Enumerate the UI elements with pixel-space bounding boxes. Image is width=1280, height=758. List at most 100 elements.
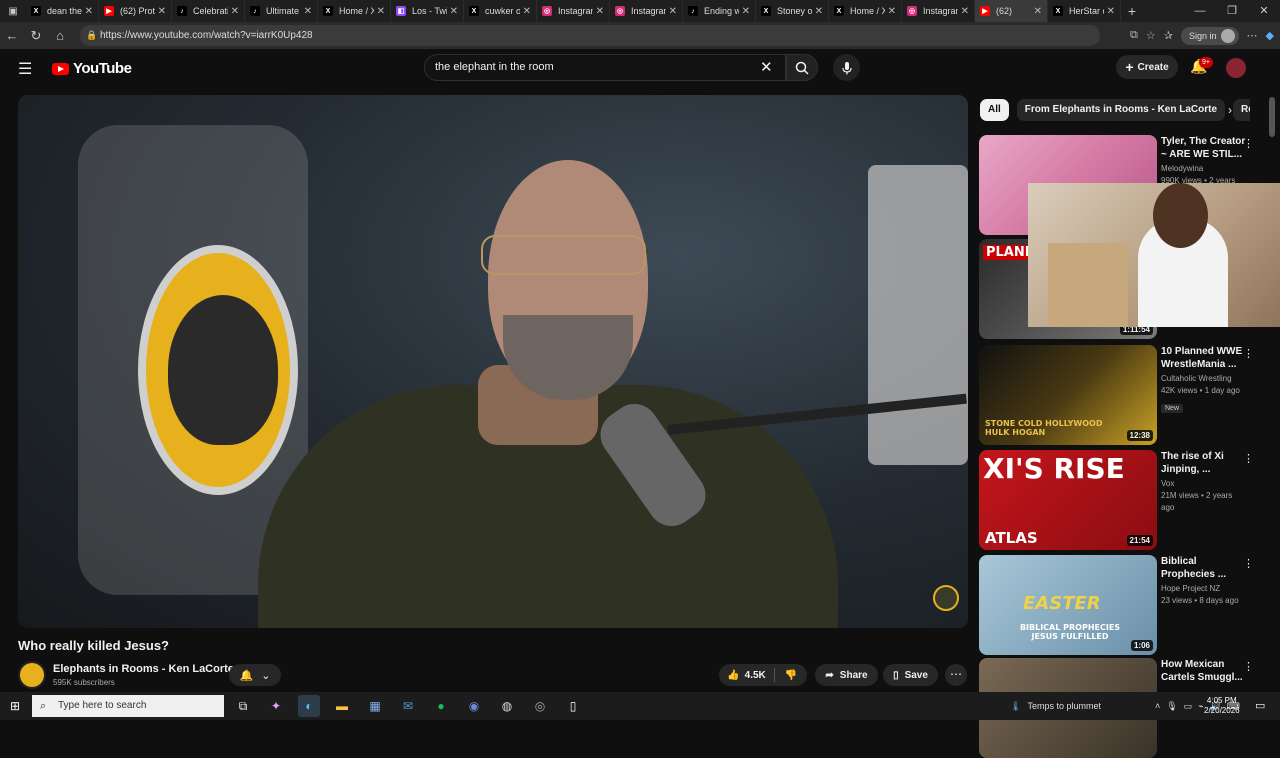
browser-tab[interactable]: ♪ Celebrati ✕	[172, 0, 245, 22]
reload-icon[interactable]: ↻	[24, 28, 48, 44]
weather-text[interactable]: Temps to plummet	[1027, 701, 1101, 711]
like-button[interactable]: 👍 4.5K	[719, 664, 774, 686]
browser-tab[interactable]: X Home / X ✕	[318, 0, 391, 22]
search-button[interactable]	[786, 54, 818, 81]
create-button[interactable]: + Create	[1116, 55, 1178, 79]
browser-tab[interactable]: Xcuwker o ✕	[464, 0, 537, 22]
search-input[interactable]: the elephant in the room	[424, 54, 786, 81]
more-icon[interactable]: ⋯	[1247, 29, 1258, 42]
close-window-icon[interactable]: ✕	[1248, 0, 1280, 22]
extensions-icon[interactable]: ⧉	[1130, 29, 1138, 42]
minimize-icon[interactable]: —	[1184, 0, 1216, 22]
channel-name[interactable]: Hope Project NZ	[1161, 583, 1246, 595]
close-tab-icon[interactable]: ✕	[815, 6, 823, 17]
channel-name[interactable]: Melodywina	[1161, 163, 1246, 175]
sign-in-button[interactable]: Sign in	[1181, 26, 1239, 45]
close-tab-icon[interactable]: ✕	[450, 6, 458, 17]
more-vert-icon[interactable]: ⋮	[1243, 137, 1254, 150]
windows-start-icon[interactable]: ⊞	[0, 699, 30, 713]
tray-chevron-icon[interactable]: ˄	[1155, 701, 1160, 711]
share-button[interactable]: ➦ Share	[815, 664, 878, 686]
video-title[interactable]: How Mexican Cartels Smuggl...	[1161, 658, 1246, 684]
microphone-tray-icon[interactable]: 🎙	[1166, 701, 1177, 712]
menu-icon[interactable]: ☰	[18, 59, 32, 79]
browser-tab[interactable]: ▶ (62) ✕	[975, 0, 1048, 22]
browser-tab[interactable]: ▶ (62) Prote✕	[99, 0, 172, 22]
chevron-right-icon[interactable]: ›	[1228, 103, 1232, 117]
notepad-icon[interactable]: ▯	[562, 695, 584, 717]
account-avatar[interactable]	[1226, 58, 1246, 78]
scrollbar-thumb[interactable]	[1269, 97, 1275, 137]
clear-search-icon[interactable]: ✕	[760, 58, 773, 76]
youtube-logo[interactable]: YouTube	[52, 60, 132, 77]
close-tab-icon[interactable]: ✕	[377, 6, 385, 17]
mail-icon[interactable]: ✉	[397, 695, 419, 717]
video-title[interactable]: Biblical Prophecies ...	[1161, 555, 1246, 581]
back-icon[interactable]: ←	[0, 28, 24, 43]
favorites-bar-icon[interactable]: ✰	[1164, 29, 1173, 42]
maximize-icon[interactable]: ❐	[1216, 0, 1248, 22]
video-thumbnail[interactable]: EASTER BIBLICAL PROPHECIES JESUS FULFILLE…	[979, 555, 1157, 655]
channel-name[interactable]: Vox	[1161, 478, 1246, 490]
browser-tab[interactable]: X Home / X ✕	[829, 0, 902, 22]
browser-tab[interactable]: ♪ Ultimate ✕	[245, 0, 318, 22]
video-player[interactable]	[18, 95, 968, 628]
home-icon[interactable]: ⌂	[48, 28, 72, 43]
browser-tab[interactable]: ◧ Los - Twi ✕	[391, 0, 464, 22]
tab-actions-icon[interactable]: ▣	[0, 0, 26, 22]
close-tab-icon[interactable]: ✕	[1034, 6, 1042, 17]
subscription-bell-button[interactable]: 🔔 ⌄	[229, 664, 281, 686]
favorite-icon[interactable]: ☆	[1146, 29, 1156, 42]
dislike-button[interactable]: 👎	[775, 664, 807, 686]
channel-name[interactable]: Cultaholic Wrestling	[1161, 373, 1246, 385]
close-tab-icon[interactable]: ✕	[523, 6, 531, 17]
video-thumbnail[interactable]: XI'S RISE ATLAS 21:54	[979, 450, 1157, 550]
video-title[interactable]: Tyler, The Creator ~ ARE WE STIL...	[1161, 135, 1246, 161]
spotify-icon[interactable]: ●	[430, 695, 452, 717]
channel-avatar[interactable]	[18, 661, 46, 689]
more-vert-icon[interactable]: ⋮	[1243, 347, 1254, 360]
close-tab-icon[interactable]: ✕	[1107, 6, 1115, 17]
video-title[interactable]: 10 Planned WWE WrestleMania ...	[1161, 345, 1246, 371]
browser-tab[interactable]: ◎ Instagram✕	[537, 0, 610, 22]
save-button[interactable]: ▯ Save	[883, 664, 938, 686]
channel-watermark-icon[interactable]	[933, 585, 959, 611]
store-icon[interactable]: ▦	[364, 695, 386, 717]
more-actions-button[interactable]: ⋯	[945, 664, 967, 686]
browser-tab[interactable]: X HerStar o✕	[1048, 0, 1121, 22]
close-tab-icon[interactable]: ✕	[742, 6, 750, 17]
taskbar-clock[interactable]: 4:05 PM 2/20/2026	[1204, 696, 1240, 716]
filter-chip[interactable]: From Elephants in Rooms - Ken LaCorte	[1016, 99, 1226, 121]
weather-icon[interactable]: 🌡	[1010, 701, 1021, 712]
filter-chip[interactable]: All	[980, 99, 1009, 121]
recommendation-item[interactable]: EASTER BIBLICAL PROPHECIES JESUS FULFILLE…	[979, 555, 1259, 655]
channel-name[interactable]: Elephants in Rooms - Ken LaCorte	[53, 663, 234, 675]
voice-search-button[interactable]	[833, 54, 860, 81]
close-tab-icon[interactable]: ✕	[669, 6, 677, 17]
task-view-icon[interactable]: ⧉	[232, 695, 254, 717]
taskbar-search-input[interactable]: ⌕ Type here to search	[32, 695, 224, 717]
filter-chip[interactable]: Re	[1233, 99, 1250, 121]
video-thumbnail[interactable]: STONE COLD HOLLYWOOD HULK HOGAN 12:38	[979, 345, 1157, 445]
new-tab-button[interactable]: +	[1121, 3, 1143, 19]
more-vert-icon[interactable]: ⋮	[1243, 557, 1254, 570]
close-tab-icon[interactable]: ✕	[304, 6, 312, 17]
notification-center-icon[interactable]: ▭	[1255, 699, 1265, 712]
close-tab-icon[interactable]: ✕	[888, 6, 896, 17]
url-field[interactable]: 🔒 https://www.youtube.com/watch?v=iarrK0…	[80, 25, 1100, 46]
network-icon[interactable]: ⌁	[1198, 701, 1203, 712]
browser-tab[interactable]: Xdean the ✕	[26, 0, 99, 22]
browser-tab[interactable]: ◎ Instagram✕	[902, 0, 975, 22]
recommendation-item[interactable]: XI'S RISE ATLAS 21:54 The rise of Xi Jinpi…	[979, 450, 1259, 550]
video-title[interactable]: The rise of Xi Jinping, ...	[1161, 450, 1246, 476]
discord-icon[interactable]: ◉	[463, 695, 485, 717]
close-tab-icon[interactable]: ✕	[961, 6, 969, 17]
copilot-taskbar-icon[interactable]: ✦	[265, 695, 287, 717]
browser-tab[interactable]: ♪ Ending w ✕	[683, 0, 756, 22]
obs-icon[interactable]: ◍	[496, 695, 518, 717]
copilot-icon[interactable]: ◆	[1266, 29, 1274, 42]
browser-tab[interactable]: ◎ Instagram✕	[610, 0, 683, 22]
edge-icon[interactable]: ◐	[298, 695, 320, 717]
more-vert-icon[interactable]: ⋮	[1243, 452, 1254, 465]
close-tab-icon[interactable]: ✕	[85, 6, 93, 17]
